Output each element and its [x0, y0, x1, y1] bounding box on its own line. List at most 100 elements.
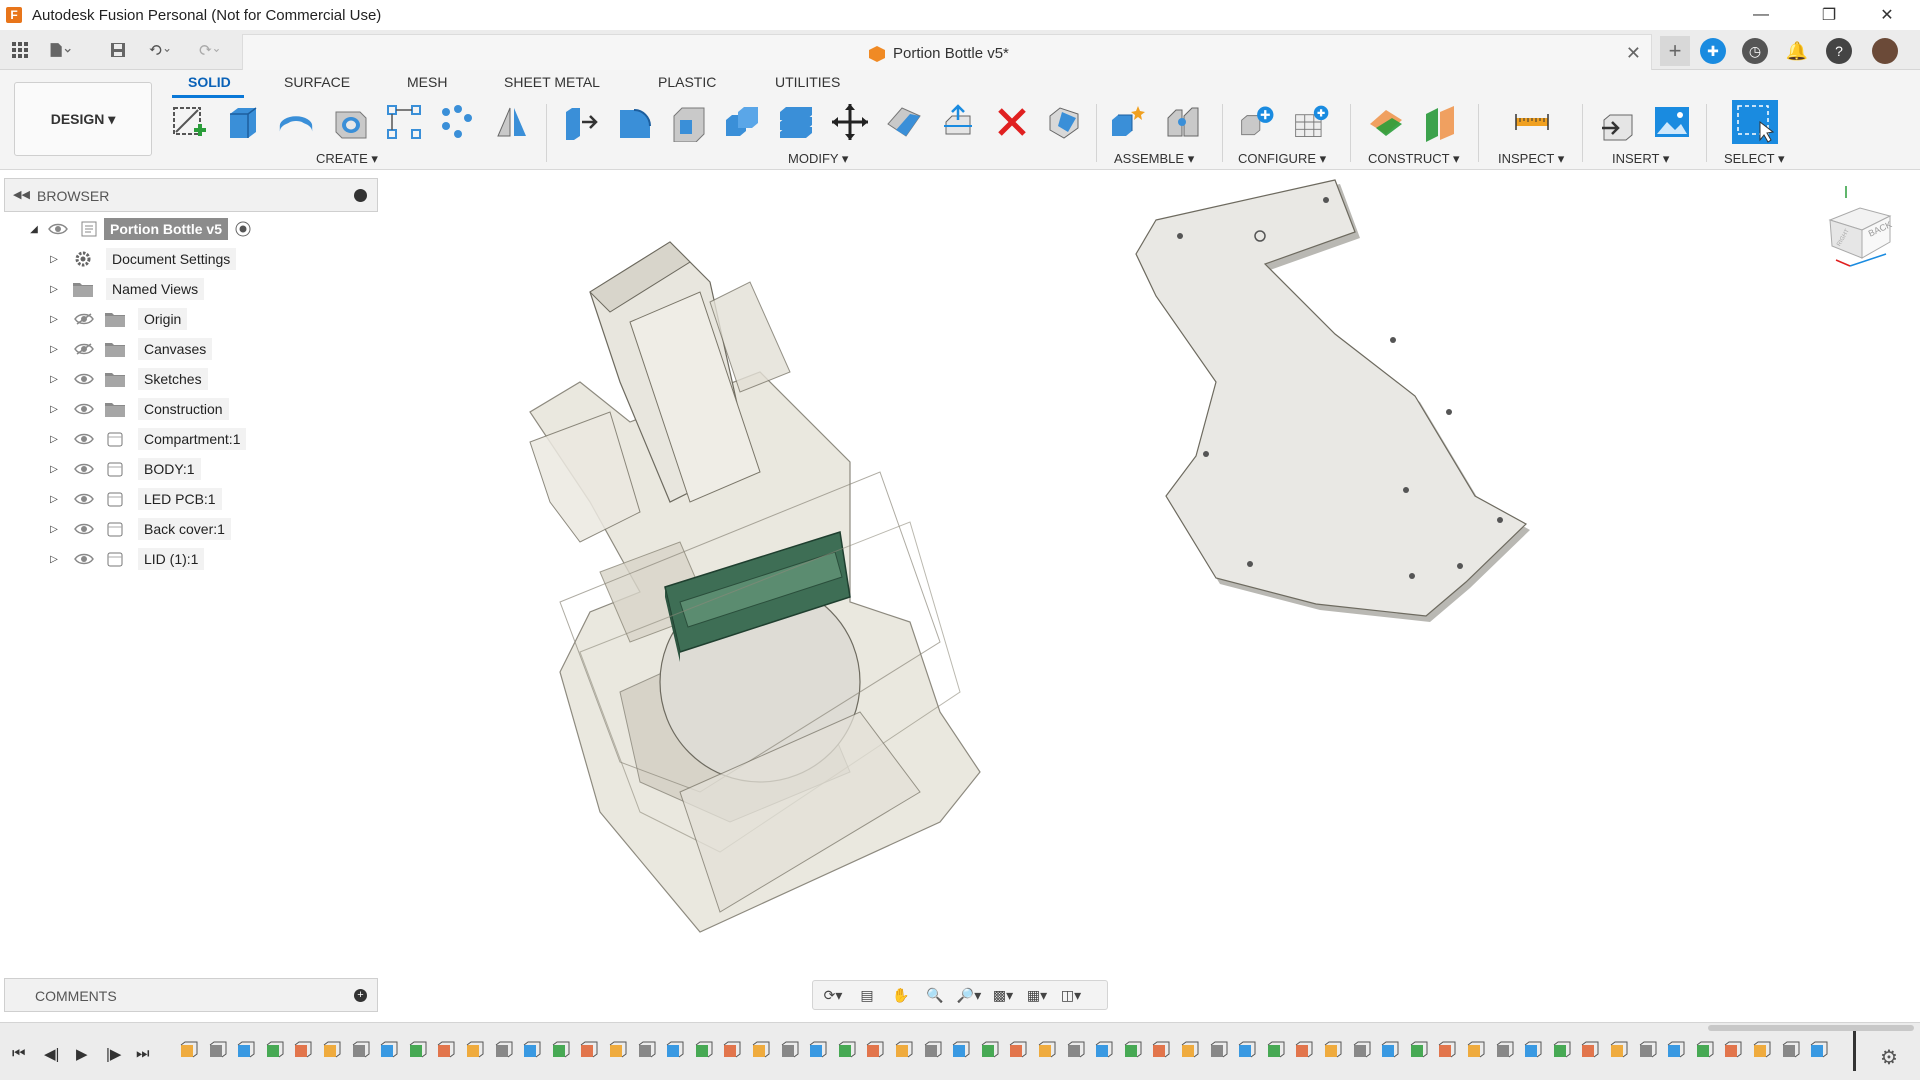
timeline-feature-icon[interactable]: [1637, 1041, 1657, 1061]
timeline-feature-icon[interactable]: [550, 1041, 570, 1061]
timeline-scrollbar[interactable]: [1708, 1025, 1914, 1031]
user-avatar[interactable]: [1872, 38, 1898, 64]
extrude-icon[interactable]: [222, 102, 262, 142]
timeline-feature-icon[interactable]: [1494, 1041, 1514, 1061]
offset-plane-icon[interactable]: [1366, 102, 1406, 142]
inspect-menu[interactable]: INSPECT ▾: [1498, 151, 1564, 167]
browser-node[interactable]: ▷ Canvases: [46, 336, 213, 362]
hidden-eye-icon[interactable]: [74, 313, 94, 325]
timeline-feature-icon[interactable]: [1665, 1041, 1685, 1061]
circular-pattern-icon[interactable]: [436, 102, 476, 142]
timeline-feature-icon[interactable]: [378, 1041, 398, 1061]
timeline-feature-icon[interactable]: [1551, 1041, 1571, 1061]
tab-mesh[interactable]: MESH: [407, 74, 447, 90]
timeline-feature-icon[interactable]: [1036, 1041, 1056, 1061]
visibility-eye-icon[interactable]: [48, 223, 68, 235]
close-window-button[interactable]: ✕: [1864, 0, 1910, 30]
select-menu[interactable]: SELECT ▾: [1724, 151, 1784, 167]
notifications-bell-icon[interactable]: 🔔: [1784, 38, 1810, 64]
timeline-feature-icon[interactable]: [578, 1041, 598, 1061]
insert-canvas-icon[interactable]: [1652, 102, 1692, 142]
bottle-enclosure-model[interactable]: [529, 241, 981, 933]
timeline-feature-icon[interactable]: [1322, 1041, 1342, 1061]
viewports-icon[interactable]: ◫▾: [1057, 984, 1085, 1006]
timeline-feature-icon[interactable]: [1293, 1041, 1313, 1061]
split-body-icon[interactable]: [884, 102, 924, 142]
rectangular-pattern-icon[interactable]: [384, 102, 424, 142]
timeline-feature-icon[interactable]: [207, 1041, 227, 1061]
restore-button[interactable]: ❐: [1806, 0, 1852, 30]
visibility-eye-icon[interactable]: [74, 403, 94, 415]
timeline-feature-icon[interactable]: [1379, 1041, 1399, 1061]
measure-icon[interactable]: [1512, 102, 1552, 142]
select-tool-icon[interactable]: [1730, 98, 1780, 146]
visibility-eye-icon[interactable]: [74, 463, 94, 475]
timeline-feature-icon[interactable]: [750, 1041, 770, 1061]
undo-icon[interactable]: [148, 38, 172, 62]
expand-arrow-icon[interactable]: ▷: [46, 254, 62, 265]
modify-menu[interactable]: MODIFY ▾: [788, 151, 848, 167]
press-pull-icon[interactable]: [560, 102, 600, 142]
timeline-feature-icon[interactable]: [1065, 1041, 1085, 1061]
browser-node[interactable]: ▷ Origin: [46, 306, 188, 332]
timeline-feature-icon[interactable]: [836, 1041, 856, 1061]
timeline-feature-icon[interactable]: [1408, 1041, 1428, 1061]
timeline-feature-icon[interactable]: [1122, 1041, 1142, 1061]
extensions-icon[interactable]: ✚: [1700, 38, 1726, 64]
revolve-icon[interactable]: [276, 102, 316, 142]
timeline-feature-icon[interactable]: [1007, 1041, 1027, 1061]
insert-derive-icon[interactable]: [1598, 102, 1638, 142]
3d-viewport[interactable]: [380, 172, 1920, 972]
browser-node[interactable]: ▷ Named Views: [46, 276, 205, 302]
visibility-eye-icon[interactable]: [74, 373, 94, 385]
step-forward-icon[interactable]: |▶: [106, 1045, 121, 1063]
browser-node[interactable]: ▷ Compartment:1: [46, 426, 247, 452]
timeline-feature-icon[interactable]: [407, 1041, 427, 1061]
mirror-icon[interactable]: [492, 102, 532, 142]
plane-at-angle-icon[interactable]: [1420, 102, 1460, 142]
timeline-feature-icon[interactable]: [1208, 1041, 1228, 1061]
timeline-feature-icon[interactable]: [1751, 1041, 1771, 1061]
combine-icon[interactable]: [722, 102, 762, 142]
timeline-settings-gear-icon[interactable]: ⚙: [1880, 1045, 1898, 1070]
timeline-feature-icon[interactable]: [264, 1041, 284, 1061]
configure-menu[interactable]: CONFIGURE ▾: [1238, 151, 1326, 167]
go-to-end-icon[interactable]: ⏭: [136, 1045, 150, 1062]
timeline-feature-icon[interactable]: [922, 1041, 942, 1061]
create-sketch-icon[interactable]: [170, 102, 210, 142]
look-at-icon[interactable]: ▤: [853, 984, 881, 1006]
timeline-feature-icon[interactable]: [1436, 1041, 1456, 1061]
browser-node[interactable]: ▷ BODY:1: [46, 456, 201, 482]
orbit-icon[interactable]: ⟳▾: [819, 984, 847, 1006]
comments-panel-header[interactable]: COMMENTS +: [4, 978, 378, 1012]
pan-hand-icon[interactable]: ✋: [887, 984, 915, 1006]
timeline-feature-icon[interactable]: [893, 1041, 913, 1061]
timeline-feature-icon[interactable]: [1465, 1041, 1485, 1061]
timeline-feature-icon[interactable]: [779, 1041, 799, 1061]
browser-node[interactable]: ▷ Document Settings: [46, 246, 237, 272]
help-icon[interactable]: ?: [1826, 38, 1852, 64]
add-comment-icon[interactable]: +: [354, 989, 367, 1002]
timeline-feature-icon[interactable]: [1522, 1041, 1542, 1061]
move-copy-icon[interactable]: [830, 102, 870, 142]
display-settings-icon[interactable]: ▩▾: [989, 984, 1017, 1006]
expand-arrow-icon[interactable]: ▷: [46, 404, 62, 415]
browser-node[interactable]: ▷ Construction: [46, 396, 229, 422]
timeline-feature-icon[interactable]: [636, 1041, 656, 1061]
step-back-icon[interactable]: ◀|: [44, 1045, 59, 1063]
expand-arrow-icon[interactable]: ▷: [46, 464, 62, 475]
visibility-eye-icon[interactable]: [74, 553, 94, 565]
timeline-feature-icon[interactable]: [1608, 1041, 1628, 1061]
expand-arrow-icon[interactable]: ▷: [46, 344, 62, 355]
expand-arrow-icon[interactable]: ▷: [46, 434, 62, 445]
file-menu-icon[interactable]: [48, 38, 72, 62]
timeline-feature-icon[interactable]: [435, 1041, 455, 1061]
physical-material-icon[interactable]: [1044, 102, 1084, 142]
expand-arrow-icon[interactable]: ▷: [46, 554, 62, 565]
timeline-feature-icon[interactable]: [1179, 1041, 1199, 1061]
browser-root-node[interactable]: ◢ Portion Bottle v5: [26, 216, 252, 242]
job-status-icon[interactable]: ◷: [1742, 38, 1768, 64]
chamfer-icon[interactable]: [668, 102, 708, 142]
timeline-feature-icon[interactable]: [1265, 1041, 1285, 1061]
new-tab-button[interactable]: +: [1660, 36, 1690, 66]
